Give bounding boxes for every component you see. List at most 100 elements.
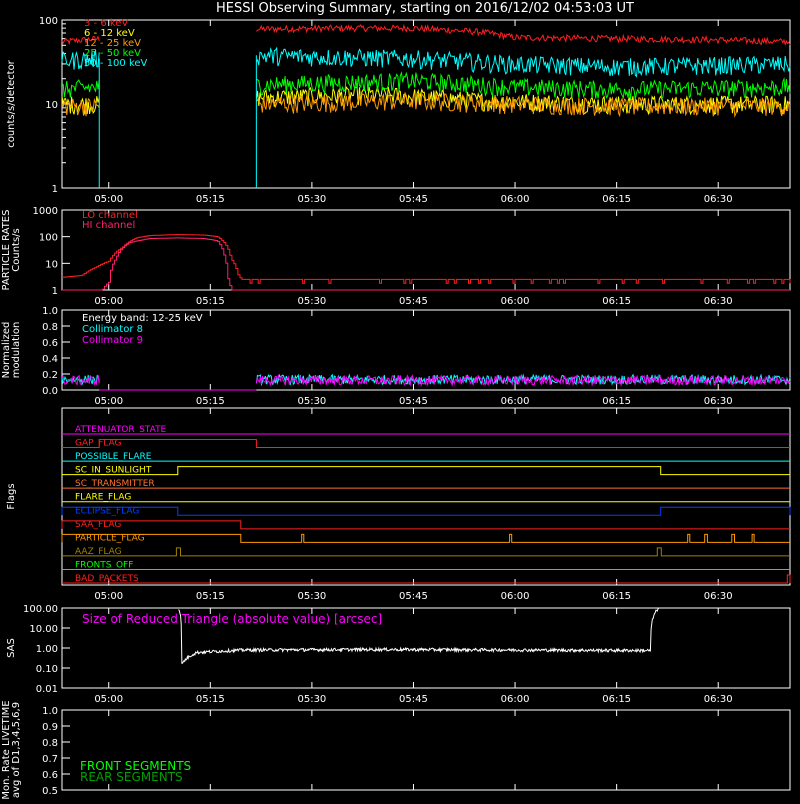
modulation-legend-entry: Collimator 8 <box>82 324 143 335</box>
flag-line <box>62 439 790 449</box>
flags-xtick-label: 06:30 <box>704 591 733 602</box>
modulation-ytick-label: 0.8 <box>42 322 58 333</box>
count-rates-xtick-label: 06:15 <box>602 194 631 205</box>
chart-svg: HESSI Observing Summary, starting on 201… <box>1 1 791 800</box>
livetime-ytick-label: 0.7 <box>42 754 58 765</box>
count-rates-frame <box>61 19 791 189</box>
particle-ytick-label: 100 <box>39 233 58 244</box>
count-rates-legend-entry: 50 - 100 keV <box>84 58 148 69</box>
flag-line <box>62 466 790 476</box>
sas-xtick-label: 05:00 <box>94 694 123 705</box>
count-rates-ytick-label: 10 <box>45 100 58 111</box>
flags-xtick-label: 05:30 <box>297 591 326 602</box>
modulation-xtick-label: 06:30 <box>704 396 733 407</box>
flag-label: PARTICLE_FLAG <box>75 533 145 543</box>
modulation-xtick-label: 05:45 <box>399 396 428 407</box>
sas-ytick-label: 10.00 <box>29 624 58 635</box>
sas-ytick-label: 1.00 <box>36 644 58 655</box>
modulation-xtick-label: 06:00 <box>501 396 530 407</box>
modulation-ytick-label: 0.2 <box>42 370 58 381</box>
modulation-xtick-label: 05:00 <box>94 396 123 407</box>
flag-line <box>61 506 791 516</box>
particle-series-line <box>62 237 790 291</box>
flag-line <box>62 547 790 557</box>
flags-xtick-label: 06:15 <box>602 591 631 602</box>
hessi-summary-figure: HESSI Observing Summary, starting on 201… <box>0 0 800 800</box>
sas-ytick-label: 0.01 <box>36 684 58 695</box>
modulation-xtick-label: 06:15 <box>602 396 631 407</box>
particle-legend-entry: HI channel <box>82 220 135 231</box>
particle-rates-ylabel: Counts/s <box>11 228 22 272</box>
sas-ytick-label: 100.00 <box>23 604 58 615</box>
count-rates-xtick-label: 05:45 <box>399 194 428 205</box>
count-rates-series-line <box>255 46 791 78</box>
flags-xtick-label: 05:15 <box>196 591 225 602</box>
flag-label: ECLIPSE_FLAG <box>75 506 139 516</box>
sas-ylabel: SAS <box>6 638 17 658</box>
particle-rates-xtick-label: 05:15 <box>196 296 225 307</box>
particle-ytick-label: 1000 <box>33 206 58 217</box>
modulation-ytick-label: 0.6 <box>42 338 58 349</box>
particle-ytick-label: 1 <box>52 286 58 297</box>
livetime-ytick-label: 1.0 <box>42 706 58 717</box>
modulation-xtick-label: 05:15 <box>196 396 225 407</box>
particle-rates-panel: 1 10 100 1000 05:00 05:15 05:30 05:45 06:00 06:15… <box>1 206 791 307</box>
sas-xtick-label: 05:15 <box>196 694 225 705</box>
modulation-annotation: Energy band: 12-25 keV <box>82 313 203 324</box>
modulation-xtick-label: 05:30 <box>297 396 326 407</box>
livetime-legend-entry: REAR SEGMENTS <box>80 770 183 784</box>
count-rates-series-line <box>61 79 100 98</box>
flags-frame <box>61 407 791 586</box>
particle-rates-xtick-label: 06:15 <box>602 296 631 307</box>
sas-xtick-label: 06:30 <box>704 694 733 705</box>
particle-rates-xtick-label: 06:00 <box>501 296 530 307</box>
sas-panel: 0.01 0.10 1.00 10.00 100.00 05:00 05:15 05:30 05… <box>6 604 791 705</box>
count-rates-xtick-label: 05:30 <box>297 194 326 205</box>
particle-rates-frame <box>61 209 791 291</box>
flag-line <box>61 533 790 543</box>
sas-xtick-label: 06:00 <box>501 694 530 705</box>
livetime-panel: 0.50.60.70.80.91.0FRONT SEGMENTSREAR SEG… <box>1 700 791 800</box>
sas-xtick-label: 06:15 <box>602 694 631 705</box>
chart-title: HESSI Observing Summary, starting on 201… <box>216 1 634 16</box>
sas-ytick-label: 0.10 <box>36 664 58 675</box>
particle-series-line <box>62 234 791 284</box>
modulation-panel: 0.0 0.2 0.4 0.6 0.8 1.0 05:00 05:15 05:30 05:45 06… <box>1 306 791 407</box>
flags-xtick-label: 05:00 <box>94 591 123 602</box>
flags-ylabel: Flags <box>6 483 17 509</box>
count-rates-xtick-label: 05:00 <box>94 194 123 205</box>
flags-xtick-label: 06:00 <box>501 591 530 602</box>
particle-rates-xtick-label: 05:30 <box>297 296 326 307</box>
livetime-ytick-label: 0.9 <box>42 722 58 733</box>
livetime-ytick-label: 0.6 <box>42 770 58 781</box>
count-rates-series-line <box>256 71 791 100</box>
particle-rates-xtick-label: 06:30 <box>704 296 733 307</box>
flag-label: GAP_FLAG <box>75 439 121 449</box>
modulation-legend-entry: Collimator 9 <box>82 335 143 346</box>
modulation-ylabel: modulation <box>11 322 22 379</box>
modulation-ytick-label: 0.0 <box>42 386 58 397</box>
particle-rates-xtick-label: 05:45 <box>399 296 428 307</box>
livetime-ylabel: avg of D1,3,4,5,6,9 <box>11 702 22 798</box>
livetime-ytick-label: 0.8 <box>42 738 58 749</box>
count-rates-xtick-label: 06:30 <box>704 194 733 205</box>
flag-label: FRONTS_OFF <box>75 560 133 570</box>
modulation-ytick-label: 0.4 <box>42 354 58 365</box>
panels-group: 1 10 100 05:00 05:15 05:30 05:45 06:00 06:15 06:3… <box>1 16 791 800</box>
flag-label: POSSIBLE_FLARE <box>75 452 152 462</box>
flag-label: SAA_FLAG <box>75 520 121 530</box>
flag-label: BAD_PACKETS <box>75 574 139 584</box>
sas-xtick-label: 05:45 <box>399 694 428 705</box>
flag-label: AAZ_FLAG <box>75 547 122 557</box>
modulation-ytick-label: 1.0 <box>42 306 58 317</box>
count-rates-series-line <box>256 23 791 47</box>
flags-xtick-label: 05:45 <box>399 591 428 602</box>
particle-ytick-label: 10 <box>45 259 58 270</box>
sas-annotation: Size of Reduced Triangle (absolute value… <box>82 612 382 626</box>
count-rates-xtick-label: 06:00 <box>501 194 530 205</box>
livetime-ytick-label: 0.5 <box>42 786 58 797</box>
count-rates-ylabel: counts/s/detector <box>6 59 17 147</box>
flags-panel: 05:00 05:15 05:30 05:45 06:00 06:15 06:30 ATTEN… <box>6 407 791 602</box>
particle-rates-xtick-label: 05:00 <box>94 296 123 307</box>
count-rates-ytick-label: 1 <box>52 184 58 195</box>
